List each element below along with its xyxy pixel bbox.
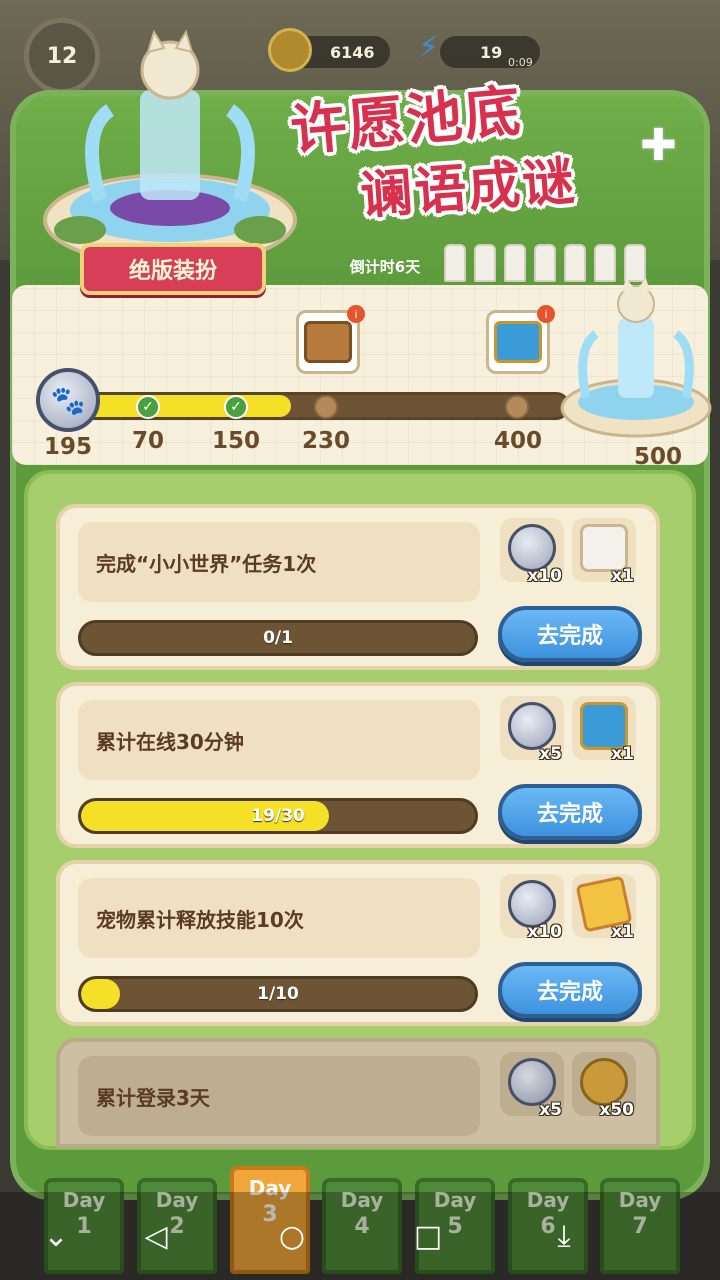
task-progress-bar: 19/30 xyxy=(78,798,478,834)
task-progress-text: 1/10 xyxy=(257,984,299,1004)
task-card-2: 累计在线30分钟 19/30 x5 x1 去完成 xyxy=(56,682,660,848)
energy-bolt-icon: ⚡ xyxy=(418,30,440,65)
task-description: 完成“小小世界”任务1次 xyxy=(78,522,480,602)
go-complete-button[interactable]: 去完成 xyxy=(498,606,642,662)
reward-count: x5 xyxy=(539,744,562,764)
reward-count: x50 xyxy=(599,1100,634,1120)
milestone-label-400: 400 xyxy=(493,428,542,454)
gold-coins-icon xyxy=(580,1058,628,1106)
info-icon: i xyxy=(537,305,555,323)
task-description: 累计在线30分钟 xyxy=(78,700,480,780)
reward-slot[interactable]: x50 xyxy=(572,1052,636,1120)
wooden-chest-icon xyxy=(304,321,352,363)
reward-slot[interactable]: x10 xyxy=(500,518,564,586)
reward-count: x10 xyxy=(527,566,562,586)
reward-slot[interactable]: x5 xyxy=(500,696,564,764)
hourglass-icon xyxy=(580,524,628,572)
blue-chest-icon xyxy=(494,321,542,363)
event-countdown: 倒计时6天 xyxy=(349,258,421,276)
event-title-line2: 谰语成谜 xyxy=(358,150,579,227)
reward-count: x10 xyxy=(527,922,562,942)
home-circle-icon[interactable]: ○ xyxy=(272,1216,312,1256)
paw-coin-icon xyxy=(508,524,556,572)
wooden-chest-reward[interactable]: i xyxy=(296,305,365,374)
reward-count: x1 xyxy=(611,922,634,942)
task-card-1: 完成“小小世界”任务1次 0/1 x10 x1 去完成 xyxy=(56,504,660,670)
paw-coin-icon xyxy=(508,880,556,928)
task-card-3: 宠物累计释放技能10次 1/10 x10 x1 去完成 xyxy=(56,860,660,1026)
energy-count: 19 xyxy=(480,42,503,62)
fountain-illustration xyxy=(43,30,297,267)
info-icon: i xyxy=(347,305,365,323)
current-points: 195 xyxy=(43,434,92,460)
milestone-track-fill xyxy=(83,395,292,417)
task-progress-bar: 1/10 xyxy=(78,976,478,1012)
coin-count: 6146 xyxy=(330,42,375,62)
milestone-label-150: 150 xyxy=(211,428,260,454)
go-complete-button[interactable]: 去完成 xyxy=(498,784,642,840)
go-complete-button[interactable]: 去完成 xyxy=(498,962,642,1018)
milestone-node-70: ✓ xyxy=(136,395,160,419)
milestone-label-70: 70 xyxy=(131,428,164,454)
milestone-label-230: 230 xyxy=(301,428,350,454)
milestone-node-150: ✓ xyxy=(224,395,248,419)
back-triangle-icon[interactable]: ◁ xyxy=(136,1216,176,1256)
reward-slot[interactable]: x1 xyxy=(572,518,636,586)
fountain-reward-icon[interactable] xyxy=(556,278,716,448)
reward-count: x1 xyxy=(611,566,634,586)
system-navigation-bar xyxy=(0,1192,720,1280)
reward-slot[interactable]: x1 xyxy=(572,696,636,764)
paw-coin-icon xyxy=(508,702,556,750)
paw-coin-icon xyxy=(508,1058,556,1106)
task-description: 累计登录3天 xyxy=(78,1056,480,1136)
reward-slot[interactable]: x10 xyxy=(500,874,564,942)
treasure-chest-icon xyxy=(580,702,628,750)
blue-chest-reward[interactable]: i xyxy=(486,305,555,374)
notification-pull-icon[interactable]: ⤓ xyxy=(544,1216,584,1256)
reward-slot[interactable]: x1 xyxy=(572,874,636,942)
milestone-node-230[interactable] xyxy=(314,395,338,419)
paw-coin-icon: 🐾 xyxy=(36,368,100,432)
reward-count: x1 xyxy=(611,744,634,764)
task-progress-text: 0/1 xyxy=(263,628,293,648)
reward-count: x5 xyxy=(539,1100,562,1120)
milestone-node-400[interactable] xyxy=(505,395,529,419)
collapse-chevron-icon[interactable]: ⌄ xyxy=(36,1216,76,1256)
task-card-4: 累计登录3天 x5 x50 xyxy=(56,1038,660,1148)
task-description: 宠物累计释放技能10次 xyxy=(78,878,480,958)
recents-square-icon[interactable]: □ xyxy=(408,1216,448,1256)
exclusive-outfit-ribbon[interactable]: 绝版装扮 xyxy=(80,243,266,295)
sparkle-icon: ✚ xyxy=(640,120,677,171)
task-progress-bar: 0/1 xyxy=(78,620,478,656)
task-progress-text: 19/30 xyxy=(251,806,305,826)
reward-slot[interactable]: x5 xyxy=(500,1052,564,1120)
